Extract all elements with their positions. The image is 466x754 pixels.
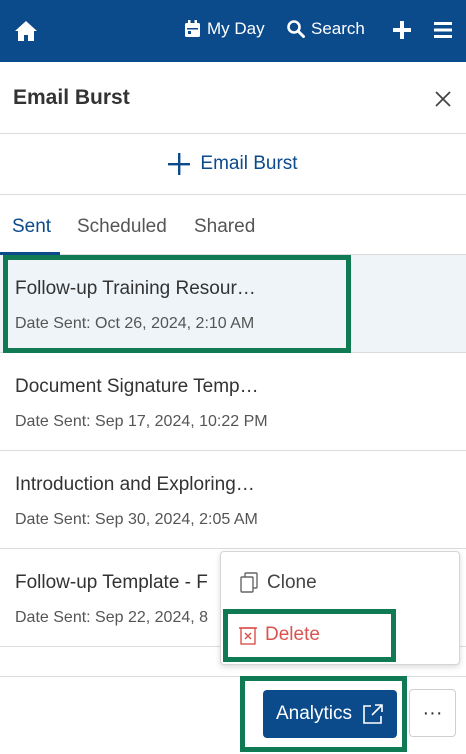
- home-icon[interactable]: [14, 20, 38, 42]
- external-link-icon: [363, 704, 383, 724]
- tab-sent[interactable]: Sent: [12, 216, 51, 238]
- panel-header: Email Burst: [0, 62, 466, 134]
- add-email-burst-label: Email Burst: [200, 153, 298, 174]
- hamburger-menu-icon[interactable]: [434, 22, 452, 43]
- delete-icon: [239, 627, 257, 645]
- item-title: Follow-up Training Resour…: [15, 278, 256, 299]
- analytics-label: Analytics: [275, 703, 353, 724]
- list-item[interactable]: Introduction and Exploring… Date Sent: S…: [0, 451, 466, 549]
- delete-menu-item[interactable]: Delete: [239, 624, 320, 646]
- list-item[interactable]: Follow-up Training Resour… Date Sent: Oc…: [0, 255, 466, 353]
- clone-label: Clone: [267, 572, 317, 593]
- search-label: Search: [311, 19, 365, 38]
- context-menu: Clone Delete: [220, 551, 460, 665]
- more-icon: ···: [422, 701, 443, 724]
- search-link[interactable]: Search: [287, 19, 365, 39]
- item-date: Date Sent: Sep 17, 2024, 10:22 PM: [15, 413, 268, 430]
- analytics-button[interactable]: Analytics: [263, 690, 397, 738]
- plus-icon: [168, 153, 191, 175]
- item-title: Document Signature Temp…: [15, 376, 259, 397]
- plus-icon[interactable]: [393, 21, 411, 44]
- my-day-link[interactable]: My Day: [184, 19, 265, 39]
- close-icon[interactable]: [433, 89, 453, 109]
- tab-shared[interactable]: Shared: [194, 216, 255, 238]
- tab-scheduled[interactable]: Scheduled: [77, 216, 167, 238]
- top-nav-bar: My Day Search: [0, 0, 466, 62]
- item-title: Follow-up Template - F: [15, 572, 208, 593]
- item-date: Date Sent: Sep 30, 2024, 2:05 AM: [15, 511, 258, 528]
- copy-icon: [240, 572, 258, 593]
- list-item[interactable]: Document Signature Temp… Date Sent: Sep …: [0, 353, 466, 451]
- item-title: Introduction and Exploring…: [15, 474, 255, 495]
- calendar-icon: [185, 20, 200, 37]
- panel-title: Email Burst: [13, 86, 130, 109]
- search-icon: [287, 20, 305, 38]
- clone-menu-item[interactable]: Clone: [239, 572, 317, 594]
- delete-label: Delete: [265, 624, 320, 645]
- tab-bar: Sent Scheduled Shared: [0, 195, 466, 255]
- my-day-label: My Day: [207, 19, 265, 38]
- item-date: Date Sent: Oct 26, 2024, 2:10 AM: [15, 315, 255, 332]
- item-date: Date Sent: Sep 22, 2024, 8: [15, 609, 209, 626]
- add-email-burst-button[interactable]: Email Burst: [0, 134, 466, 195]
- more-options-button[interactable]: ···: [409, 689, 456, 737]
